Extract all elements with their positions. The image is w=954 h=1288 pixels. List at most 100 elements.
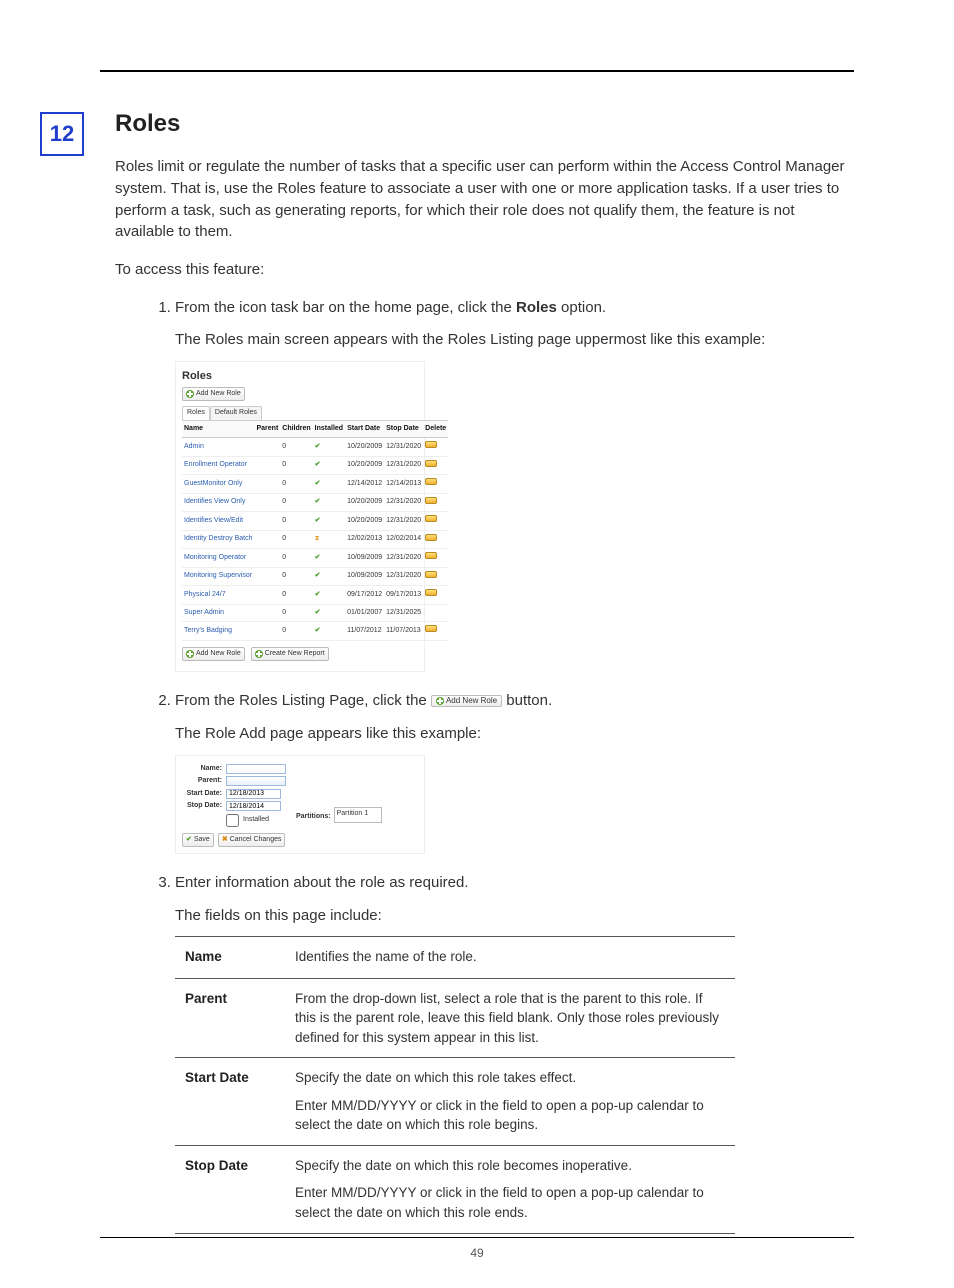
step1-text: From the icon task bar on the home page,… [175,299,606,316]
step2-result: The Role Add page appears like this exam… [175,723,854,745]
cell-stop: 12/31/2020 [384,438,423,457]
hourglass-icon: ⧗ [315,535,320,542]
cell-start: 11/07/2012 [345,622,384,641]
delete-button[interactable] [425,497,437,504]
step3-text: Enter information about the role as requ… [175,874,469,891]
role-name-link[interactable]: Identifies View/Edit [182,512,254,531]
delete-button[interactable] [425,441,437,448]
fig1-title: Roles [182,368,418,385]
cell-parent [254,586,280,605]
fig2-name-input[interactable] [226,764,286,774]
cell-children: 0 [280,530,312,549]
fig2-cancel-button[interactable]: ✖ Cancel Changes [218,833,286,848]
role-name-link[interactable]: Super Admin [182,604,254,622]
cell-stop: 11/07/2013 [384,622,423,641]
cell-stop: 12/31/2020 [384,549,423,568]
table-row: GuestMonitor Only0✔12/14/201212/14/2013 [182,475,448,494]
cell-start: 10/20/2009 [345,512,384,531]
fig1-th-name: Name [182,420,254,438]
delete-button[interactable] [425,589,437,596]
plus-icon [186,390,194,398]
role-name-link[interactable]: GuestMonitor Only [182,475,254,494]
cell-parent [254,604,280,622]
table-row: Enrollment Operator0✔10/20/200912/31/202… [182,456,448,475]
cell-parent [254,493,280,512]
field-desc-paragraph: Specify the date on which this role beco… [295,1156,725,1176]
cell-stop: 12/31/2020 [384,493,423,512]
fig2-lbl-parent: Parent: [182,776,222,787]
fig2-partitions-list[interactable]: Partition 1 [334,807,382,823]
cell-children: 0 [280,493,312,512]
fig1-tab-roles[interactable]: Roles [182,406,210,420]
fig1-th-delete: Delete [423,420,448,438]
cell-installed: ✔ [313,512,345,531]
delete-button[interactable] [425,571,437,578]
cell-stop: 12/31/2020 [384,456,423,475]
delete-button[interactable] [425,552,437,559]
fig2-installed-checkbox[interactable] [226,814,239,827]
delete-button[interactable] [425,625,437,632]
fig2-partition-option: Partition 1 [337,809,379,820]
fig1-tab-default[interactable]: Default Roles [210,406,262,420]
fig2-cancel-label: Cancel Changes [230,835,282,846]
field-desc: Specify the date on which this role take… [285,1058,735,1146]
cancel-icon: ✖ [222,835,228,846]
delete-button[interactable] [425,515,437,522]
fig2-save-label: Save [194,835,210,846]
cell-children: 0 [280,604,312,622]
role-name-link[interactable]: Physical 24/7 [182,586,254,605]
fig1-foot-report-button[interactable]: Create New Report [251,647,329,662]
delete-button[interactable] [425,534,437,541]
cell-delete [423,438,448,457]
cell-delete [423,475,448,494]
delete-button[interactable] [425,460,437,467]
role-name-link[interactable]: Identifies View Only [182,493,254,512]
fig2-lbl-installed: Installed [243,815,269,826]
fig2-stop-input[interactable] [226,801,281,811]
role-name-link[interactable]: Monitoring Supervisor [182,567,254,586]
inline-add-new-role-button[interactable]: Add New Role [431,695,502,707]
table-row: Super Admin0✔01/01/200712/31/2025 [182,604,448,622]
fig1-foot-add-button[interactable]: Add New Role [182,647,245,662]
role-name-link[interactable]: Identity Destroy Batch [182,530,254,549]
role-name-link[interactable]: Enrollment Operator [182,456,254,475]
fig2-start-input[interactable] [226,789,281,799]
fig2-save-button[interactable]: ✔ Save [182,833,214,848]
cell-children: 0 [280,549,312,568]
page-title: Roles [115,110,854,138]
cell-parent [254,456,280,475]
fig2-lbl-start: Start Date: [182,789,222,800]
role-name-link[interactable]: Admin [182,438,254,457]
fig1-th-children: Children [280,420,312,438]
check-icon: ✔ [315,480,321,487]
cell-stop: 12/02/2014 [384,530,423,549]
role-name-link[interactable]: Terry's Badging [182,622,254,641]
fig2-parent-select[interactable] [226,776,286,786]
cell-parent [254,567,280,586]
field-desc-paragraph: Identifies the name of the role. [295,947,725,967]
fig2-lbl-stop: Stop Date: [182,801,222,812]
field-name: Parent [175,978,285,1058]
fig2-lbl-partitions: Partitions: [296,812,331,823]
step3-result: The fields on this page include: [175,905,854,927]
fig1-add-new-role-button[interactable]: Add New Role [182,387,245,402]
cell-installed: ✔ [313,549,345,568]
cell-delete [423,530,448,549]
cell-stop: 12/31/2020 [384,567,423,586]
field-desc-paragraph: From the drop-down list, select a role t… [295,989,725,1048]
cell-delete [423,549,448,568]
table-row: Monitoring Operator0✔10/09/200912/31/202… [182,549,448,568]
check-icon: ✔ [315,498,321,505]
delete-button[interactable] [425,478,437,485]
cell-delete [423,456,448,475]
fig1-th-start: Start Date [345,420,384,438]
step1-result: The Roles main screen appears with the R… [175,329,854,351]
field-desc: From the drop-down list, select a role t… [285,978,735,1058]
check-icon: ✔ [315,461,321,468]
cell-stop: 09/17/2013 [384,586,423,605]
cell-delete [423,622,448,641]
role-name-link[interactable]: Monitoring Operator [182,549,254,568]
cell-installed: ✔ [313,456,345,475]
step2-post: button. [506,692,552,709]
fig1-th-installed: Installed [313,420,345,438]
